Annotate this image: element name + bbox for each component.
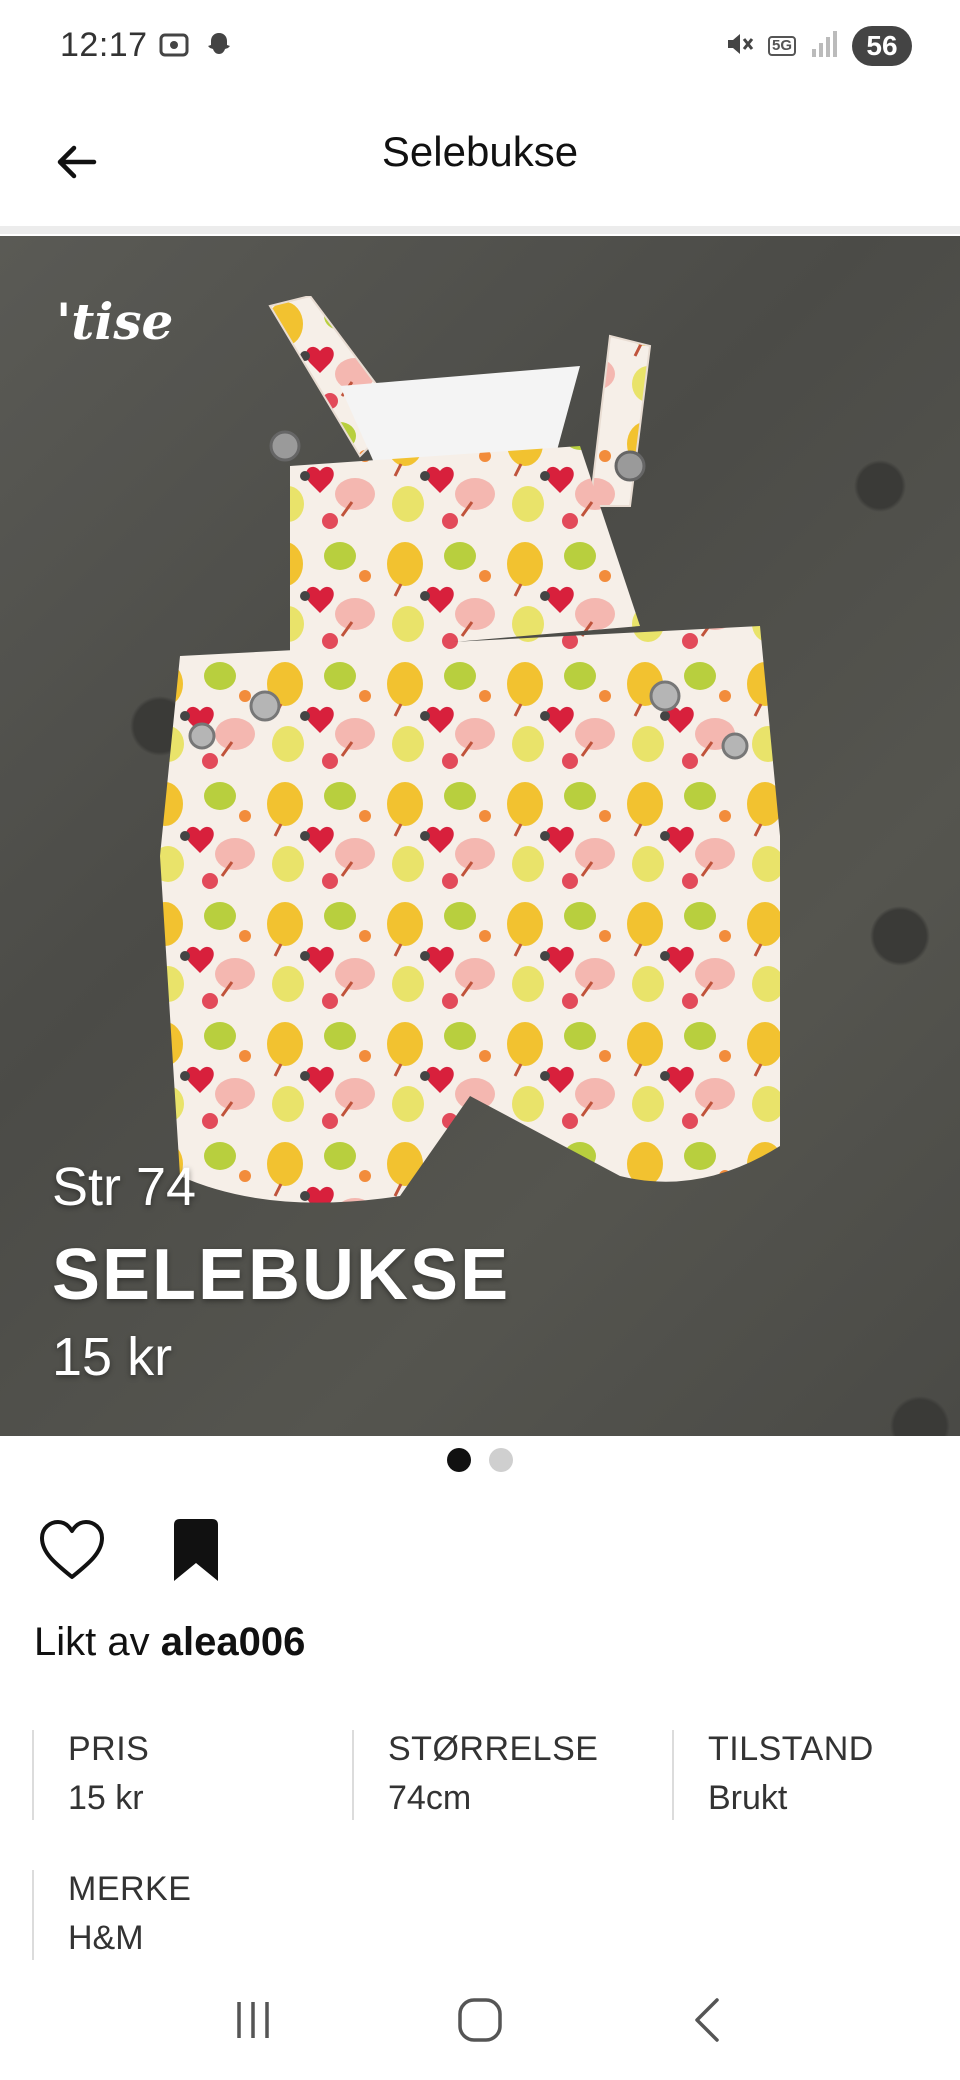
hero-price-text: 15 kr <box>52 1327 173 1387</box>
screenshot-icon <box>158 30 190 65</box>
detail-condition: TILSTAND Brukt <box>672 1730 874 1820</box>
pager-dot-2[interactable] <box>489 1448 513 1472</box>
recent-apps-icon <box>237 2002 270 2038</box>
mute-icon <box>724 29 754 64</box>
detail-price: PRIS 15 kr <box>32 1730 149 1820</box>
back-nav-icon <box>694 1998 719 2042</box>
detail-brand: MERKE H&M <box>32 1870 191 1960</box>
detail-label: PRIS <box>68 1730 150 1768</box>
product-image[interactable]: 'tise Str 74 SELEBUKSE 15 kr <box>0 236 960 1436</box>
pager-dot-1[interactable] <box>447 1448 471 1472</box>
network-5g-icon: 5G <box>767 36 796 56</box>
save-button[interactable] <box>156 1510 236 1590</box>
app-bar: Selebukse <box>0 100 960 230</box>
liked-by-prefix: Likt av <box>34 1620 150 1664</box>
status-icons-right: 5G 56 <box>724 26 912 66</box>
system-nav-bar <box>0 1960 960 2080</box>
action-row <box>32 1510 236 1590</box>
detail-label: TILSTAND <box>708 1730 874 1768</box>
signal-icon <box>810 29 838 64</box>
page-title: Selebukse <box>381 128 579 175</box>
liked-by-user-link[interactable]: alea006 <box>161 1620 306 1664</box>
status-time: 12:17 <box>60 26 148 64</box>
hero-size-text: Str 74 <box>52 1157 197 1217</box>
back-nav-button[interactable] <box>667 1980 747 2060</box>
status-bar: 12:17 5G 56 <box>0 0 960 100</box>
detail-value[interactable]: H&M <box>68 1919 191 1958</box>
status-icons-left <box>158 30 234 65</box>
liked-by: Likt av alea006 <box>34 1620 305 1665</box>
heart-outline-icon <box>40 1520 104 1579</box>
detail-value: Brukt <box>708 1779 788 1817</box>
recent-apps-button[interactable] <box>213 1980 293 2060</box>
home-button[interactable] <box>440 1980 520 2060</box>
snapchat-icon <box>204 30 234 65</box>
detail-size: STØRRELSE 74cm <box>352 1730 598 1820</box>
detail-value: 74cm <box>388 1779 472 1817</box>
app-bar-divider <box>0 226 960 234</box>
detail-label: MERKE <box>68 1870 192 1908</box>
detail-label: STØRRELSE <box>388 1730 599 1768</box>
home-icon <box>458 1998 502 2042</box>
hero-title-text: SELEBUKSE <box>52 1235 511 1315</box>
bookmark-filled-icon <box>174 1519 218 1581</box>
detail-value: 15 kr <box>68 1779 144 1817</box>
image-pager <box>0 1448 960 1472</box>
like-button[interactable] <box>32 1510 112 1590</box>
overalls-photo <box>160 296 780 1203</box>
battery-icon: 56 <box>852 26 912 66</box>
